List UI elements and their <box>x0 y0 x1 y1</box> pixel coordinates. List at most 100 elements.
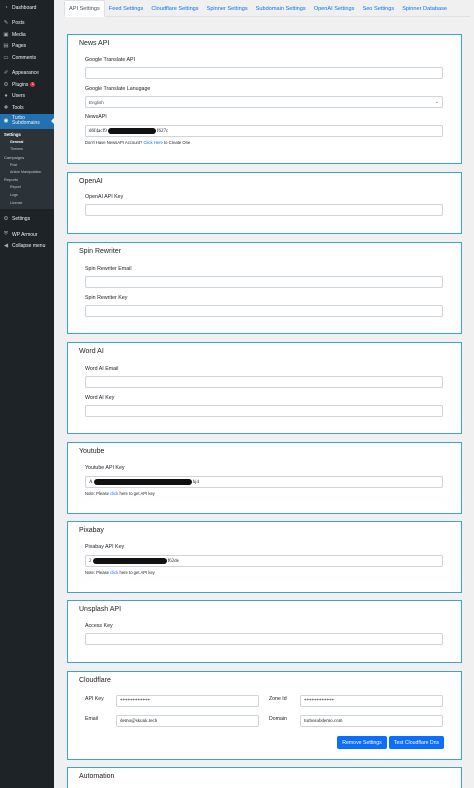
menu-wp-armour[interactable]: ⛨ WP Armour <box>0 229 54 241</box>
admin-sidebar: ◔ Dashboard ✎ Posts ▣ Media ▤ Pages ▭ Comment… <box>0 0 54 788</box>
submenu-logs[interactable]: Logs <box>0 191 54 199</box>
pixabay-note: Note: Please click here to get API key <box>85 570 155 575</box>
word-ai-email-input[interactable] <box>85 376 443 388</box>
plugin-icon: ⚙ <box>3 81 9 88</box>
openai-key-input[interactable] <box>85 204 443 216</box>
spin-rewriter-key-input[interactable] <box>85 305 443 317</box>
cloudflare-zone-id-input[interactable]: ************ <box>300 695 443 707</box>
cloudflare-domain-label: Domain <box>269 716 287 722</box>
pixabay-key-label: Pixabay API Key <box>85 544 125 550</box>
menu-appearance[interactable]: ✐ Appearance <box>0 68 54 80</box>
user-icon: ● <box>4 93 8 100</box>
submenu-article-manipulation[interactable]: Article Manipulation <box>0 168 54 176</box>
youtube-get-key-link[interactable]: click <box>110 491 118 496</box>
submenu-post[interactable]: Post <box>0 161 54 169</box>
spin-rewriter-panel: Spin Rewriter Spin Rewriter Email Spin R… <box>67 242 462 334</box>
panel-title: Automation <box>79 773 115 780</box>
media-icon: ▣ <box>3 31 9 38</box>
menu-tools[interactable]: ✚ Tools <box>0 102 54 114</box>
panel-title: Spin Rewriter <box>79 248 122 255</box>
shield-icon: ⛨ <box>3 231 9 238</box>
youtube-panel: Youtube Youtube API Key Ahj4 Note: Pleas… <box>67 442 462 514</box>
redaction-mask <box>107 128 156 134</box>
submenu-campaigns[interactable]: Campaigns <box>0 153 54 161</box>
pin-icon: ✎ <box>3 20 9 27</box>
menu-users[interactable]: ● Users <box>0 91 54 103</box>
panel-title: Unsplash API <box>79 606 122 613</box>
panel-title: Cloudflare <box>79 677 111 684</box>
cloudflare-zone-id-label: Zone Id <box>269 696 287 702</box>
newsapi-input[interactable]: d6f4acf9 f627c <box>85 125 443 137</box>
tab-subdomain-settings[interactable]: Subdomain Settings <box>252 0 310 17</box>
cloudflare-email-input[interactable]: demo@skunk.tech <box>116 715 259 727</box>
tab-cloudflare-settings[interactable]: Cloudflare Settings <box>147 0 202 17</box>
tab-spinner-settings[interactable]: Spinner Settings <box>203 0 252 17</box>
cloudflare-domain-input[interactable]: turbosubdemo.com <box>300 715 443 727</box>
panel-title: Pixabay <box>79 527 104 534</box>
google-translate-label: Google Translate API <box>85 57 136 63</box>
word-ai-key-input[interactable] <box>85 405 443 417</box>
collapse-menu-button[interactable]: ◀ Collapse menu <box>0 240 54 252</box>
menu-settings[interactable]: ⚙ Settings <box>0 213 54 225</box>
menu-posts[interactable]: ✎ Posts <box>0 18 54 30</box>
word-ai-panel: Word AI Word AI Email Word AI Key <box>67 342 462 434</box>
unsplash-access-key-input[interactable] <box>85 633 443 645</box>
settings-icon: ⚙ <box>3 216 9 223</box>
plugins-update-badge: 1 <box>30 82 36 88</box>
cloudflare-api-key-input[interactable]: ************ <box>116 695 259 707</box>
newsapi-signup-link[interactable]: Click Here <box>144 140 163 145</box>
language-label: Google Translate Lanugage <box>85 86 151 92</box>
submenu-reports[interactable]: Reports <box>0 176 54 184</box>
menu-pages[interactable]: ▤ Pages <box>0 41 54 53</box>
menu-plugins[interactable]: ⚙ Plugins 1 <box>0 79 54 91</box>
pixabay-panel: Pixabay Pixabay API Key 2 f62de Note: Ple… <box>67 521 462 593</box>
submenu-themes[interactable]: Themes <box>0 146 54 154</box>
spin-rewriter-key-label: Spin Rewriter Key <box>85 295 128 301</box>
submenu-report[interactable]: Report <box>0 184 54 192</box>
turbo-submenu: Settings General Themes Campaigns Post A… <box>0 128 54 210</box>
tab-openai-settings[interactable]: OpenAI Settings <box>310 0 359 17</box>
panel-title: Word AI <box>79 348 104 355</box>
cloudflare-api-key-label: API Key <box>85 696 104 702</box>
openai-key-label: OpenAI API Key <box>85 194 124 200</box>
tab-api-settings[interactable]: API Settings <box>64 0 105 17</box>
dashboard-icon: ◔ <box>4 4 8 11</box>
spin-rewriter-email-input[interactable] <box>85 276 443 288</box>
language-select[interactable]: English ⌄ <box>85 96 443 108</box>
collapse-icon: ◀ <box>3 243 9 250</box>
youtube-key-input[interactable]: Ahj4 <box>85 476 443 488</box>
panel-title: Youtube <box>79 448 105 455</box>
cloudflare-panel: Cloudflare API Key ************ Zone Id … <box>67 671 462 760</box>
news-api-panel: News API Google Translate API Google Tra… <box>67 34 462 164</box>
newsapi-label: NewsAPI <box>85 114 107 120</box>
pixabay-key-input[interactable]: 2 f62de <box>85 555 443 567</box>
redaction-mask <box>93 479 192 485</box>
panel-title: News API <box>79 40 110 47</box>
remove-settings-button[interactable]: Remove Settings <box>337 736 387 749</box>
wrench-icon: ✚ <box>3 104 9 111</box>
panel-title: OpenAI <box>79 178 103 185</box>
submenu-settings[interactable]: Settings <box>0 131 54 139</box>
redaction-mask <box>92 558 167 564</box>
tab-spinner-database[interactable]: Spinner Database <box>398 0 451 17</box>
menu-dashboard[interactable]: ◔ Dashboard <box>0 2 54 14</box>
menu-turbo-subdomains[interactable]: ◉ Turbo Subdomains <box>0 113 54 129</box>
openai-panel: OpenAI OpenAI API Key <box>67 172 462 234</box>
tab-feed-settings[interactable]: Feed Settings <box>105 0 148 17</box>
google-translate-input[interactable] <box>85 67 443 79</box>
pixabay-get-key-link[interactable]: click <box>110 570 118 575</box>
submenu-license[interactable]: License <box>0 199 54 207</box>
settings-tabs: API Settings Feed Settings Cloudflare Se… <box>64 0 470 17</box>
submenu-general[interactable]: General <box>0 138 54 146</box>
page-icon: ▤ <box>3 43 9 50</box>
test-cloudflare-dns-button[interactable]: Test Cloudflare Dns <box>389 736 444 749</box>
spin-rewriter-email-label: Spin Rewriter Email <box>85 266 132 272</box>
tab-seo-settings[interactable]: Seo Settings <box>358 0 398 17</box>
menu-media[interactable]: ▣ Media <box>0 29 54 41</box>
turbo-icon: ◉ <box>3 118 9 124</box>
youtube-note: Note: Please click here to get API key <box>85 491 155 496</box>
menu-comments[interactable]: ▭ Comments <box>0 52 54 64</box>
word-ai-email-label: Word AI Email <box>85 366 119 372</box>
comment-icon: ▭ <box>3 54 9 61</box>
chevron-down-icon: ⌄ <box>434 99 439 105</box>
